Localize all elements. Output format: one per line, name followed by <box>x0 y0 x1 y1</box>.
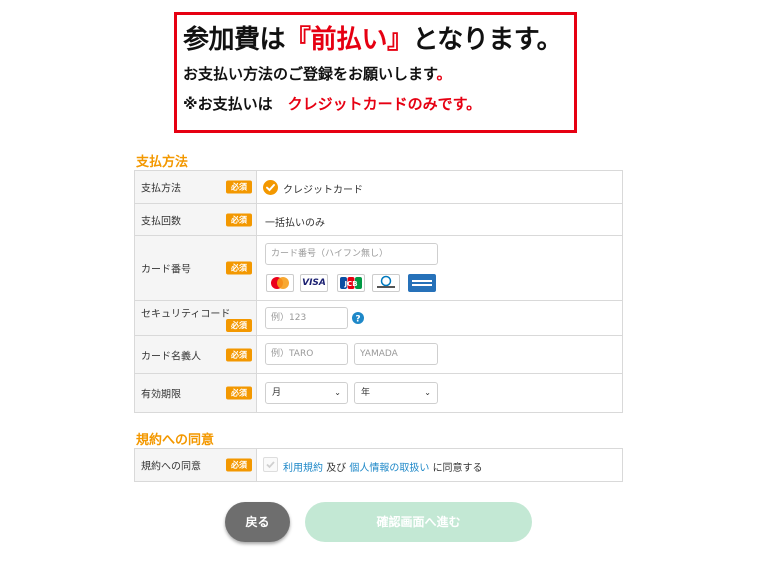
terms-label: 規約への同意 <box>141 461 201 473</box>
payment-method-value-cell: クレジットカード <box>256 170 623 204</box>
next-to-confirm-button[interactable]: 確認画面へ進む <box>305 502 532 542</box>
payment-method-label-cell: 支払方法 必須 <box>134 170 257 204</box>
notice-heading-part: 参加費は <box>183 25 286 55</box>
notice-heading-highlight: 『前払い』 <box>285 25 413 55</box>
notice-credit-only-text: ※お支払いは クレジットカードのみです。 <box>183 93 481 114</box>
terms-form-table: 規約への同意 必須 利用規約 及び 個人情報の取扱い に同意する <box>134 448 623 482</box>
security-code-label: セキュリティコード <box>141 309 231 320</box>
card-number-input[interactable]: カード番号（ハイフン無し） <box>265 243 438 265</box>
payment-form-table: 支払方法 必須 クレジットカード 支払回数 必須 一括払いのみ カード番号 必須… <box>134 170 623 413</box>
check-circle-icon[interactable] <box>263 180 278 195</box>
amex-logo-icon <box>408 274 436 292</box>
installments-label-cell: 支払回数 必須 <box>134 203 257 236</box>
card-holder-first-name-input[interactable]: 例）TARO <box>265 343 348 365</box>
terms-label-cell: 規約への同意 必須 <box>134 448 257 482</box>
notice-registration-period: 。 <box>436 65 452 83</box>
security-code-input[interactable]: 例）123 <box>265 307 348 329</box>
expiry-label-cell: 有効期限 必須 <box>134 373 257 413</box>
card-number-row: カード番号 必須 カード番号（ハイフン無し） VISA JCB <box>134 235 623 301</box>
notice-registration-part: お支払い方法のご登録をお願いします <box>183 65 437 83</box>
agree-checkbox[interactable] <box>263 457 278 472</box>
required-badge: 必須 <box>226 319 252 332</box>
installments-value-cell: 一括払いのみ <box>256 203 623 236</box>
terms-agree-text: に同意する <box>432 463 483 474</box>
security-code-row: セキュリティコード 必須 例）123 ? <box>134 300 623 336</box>
required-badge: 必須 <box>226 386 252 400</box>
expiry-month-value: 月 <box>272 388 282 398</box>
card-holder-last-name-input[interactable]: YAMADA <box>354 343 438 365</box>
card-number-value-cell: カード番号（ハイフン無し） VISA JCB <box>256 235 623 301</box>
notice-heading: 参加費は『前払い』となります。 <box>183 19 563 56</box>
installments-value: 一括払いのみ <box>265 218 325 229</box>
jcb-logo-icon: JCB <box>337 274 365 292</box>
installments-row: 支払回数 必須 一括払いのみ <box>134 203 623 236</box>
expiry-year-select[interactable]: 年 ⌄ <box>354 382 438 404</box>
terms-link[interactable]: 利用規約 <box>283 463 323 474</box>
help-question-icon[interactable]: ? <box>352 312 364 325</box>
notice-credit-part: ※お支払いは <box>183 95 288 113</box>
required-badge: 必須 <box>226 261 252 275</box>
diners-club-logo-icon <box>372 274 400 292</box>
visa-logo-icon: VISA <box>300 274 328 292</box>
card-holder-label-cell: カード名義人 必須 <box>134 335 257 374</box>
payment-method-row: 支払方法 必須 クレジットカード <box>134 170 623 204</box>
required-badge: 必須 <box>226 213 252 226</box>
notice-heading-part: となります。 <box>412 25 563 55</box>
expiry-year-value: 年 <box>361 388 371 398</box>
terms-section-title: 規約への同意 <box>136 433 215 448</box>
card-holder-label: カード名義人 <box>141 351 201 362</box>
notice-credit-highlight: クレジットカードのみです。 <box>287 95 482 113</box>
card-number-label-cell: カード番号 必須 <box>134 235 257 301</box>
terms-agreement-text: 利用規約 及び 個人情報の取扱い に同意する <box>283 459 483 474</box>
privacy-link[interactable]: 個人情報の取扱い <box>349 463 429 474</box>
chevron-down-icon: ⌄ <box>424 388 431 397</box>
card-number-label: カード番号 <box>141 264 191 276</box>
svg-text:?: ? <box>355 315 360 325</box>
terms-row: 規約への同意 必須 利用規約 及び 個人情報の取扱い に同意する <box>134 448 623 482</box>
chevron-down-icon: ⌄ <box>334 388 341 397</box>
expiry-label: 有効期限 <box>141 389 181 401</box>
mastercard-logo-icon <box>266 274 294 292</box>
payment-method-label: 支払方法 <box>141 183 181 195</box>
expiry-value-cell: 月 ⌄ 年 ⌄ <box>256 373 623 413</box>
svg-text:JCB: JCB <box>343 280 357 288</box>
required-badge: 必須 <box>226 180 252 194</box>
terms-value-cell: 利用規約 及び 個人情報の取扱い に同意する <box>256 448 623 482</box>
payment-method-value: クレジットカード <box>283 185 363 196</box>
required-badge: 必須 <box>226 458 252 472</box>
card-holder-value-cell: 例）TARO YAMADA <box>256 335 623 374</box>
expiry-month-select[interactable]: 月 ⌄ <box>265 382 348 404</box>
notice-registration-text: お支払い方法のご登録をお願いします。 <box>183 63 452 84</box>
security-code-value-cell: 例）123 ? <box>256 300 623 336</box>
card-holder-row: カード名義人 必須 例）TARO YAMADA <box>134 335 623 374</box>
terms-and-text: 及び <box>326 463 347 474</box>
payment-section-title: 支払方法 <box>136 155 189 170</box>
expiry-row: 有効期限 必須 月 ⌄ 年 ⌄ <box>134 373 623 413</box>
installments-label: 支払回数 <box>141 216 181 227</box>
back-button[interactable]: 戻る <box>225 502 290 542</box>
payment-notice-box: 参加費は『前払い』となります。 お支払い方法のご登録をお願いします。 ※お支払い… <box>174 12 577 133</box>
security-code-label-cell: セキュリティコード 必須 <box>134 300 257 336</box>
required-badge: 必須 <box>226 348 252 361</box>
